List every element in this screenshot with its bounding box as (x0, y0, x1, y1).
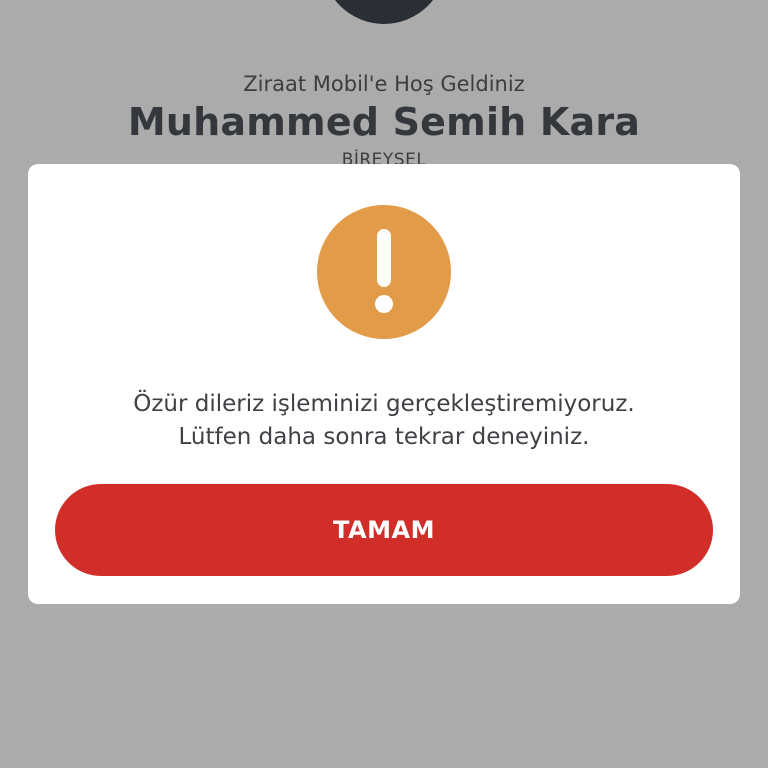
ok-button[interactable]: TAMAM (55, 484, 713, 576)
warning-exclamation-icon (317, 205, 451, 339)
user-name: Muhammed Semih Kara (127, 100, 641, 144)
error-dialog: Özür dileriz işleminizi gerçekleştiremiy… (28, 164, 740, 604)
error-message: Özür dileriz işleminizi gerçekleştiremiy… (28, 388, 740, 454)
app-screen: Ziraat Mobil'e Hoş Geldiniz Muhammed Sem… (0, 0, 768, 768)
error-message-line2: Lütfen daha sonra tekrar deneyiniz. (178, 424, 590, 450)
avatar (322, 0, 446, 24)
exclamation-dot (375, 295, 393, 313)
error-message-line1: Özür dileriz işleminizi gerçekleştiremiy… (133, 391, 635, 417)
welcome-text: Ziraat Mobil'e Hoş Geldiniz (243, 72, 525, 96)
exclamation-bar (377, 229, 391, 287)
